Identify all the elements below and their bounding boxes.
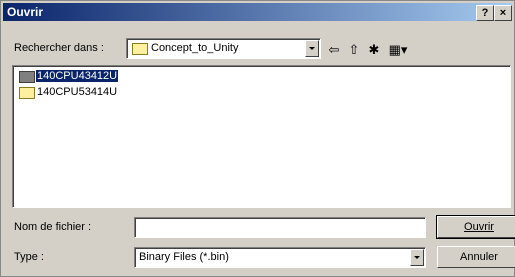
title-bar[interactable]: Ouvrir ? × (3, 3, 512, 21)
close-button[interactable]: × (494, 5, 512, 21)
new-folder-icon[interactable]: ✱ (367, 43, 381, 57)
list-item[interactable]: 140CPU53414U (19, 86, 139, 100)
file-list[interactable]: 140CPU43412U 140CPU53414U (12, 65, 511, 208)
cancel-button[interactable]: Annuler (437, 246, 515, 268)
file-name: 140CPU43412U (34, 69, 120, 83)
list-item[interactable]: 140CPU43412U (19, 69, 139, 84)
open-dialog: Ouvrir ? × Rechercher dans : Concept_to_… (0, 0, 515, 277)
filetype-select[interactable]: Binary Files (*.bin) (134, 247, 426, 268)
open-button-label: Ouvrir (464, 221, 494, 233)
filetype-label: Type : (14, 251, 44, 263)
folder-icon (19, 71, 35, 83)
folder-icon (132, 43, 148, 55)
lookin-combo[interactable]: Concept_to_Unity (126, 38, 321, 59)
cancel-button-label: Annuler (460, 251, 498, 263)
window-title: Ouvrir (7, 5, 44, 19)
view-menu-icon[interactable]: ▦▾ (387, 43, 409, 57)
lookin-dropdown-button[interactable] (305, 40, 319, 57)
back-icon[interactable]: ⇦ (327, 43, 341, 57)
lookin-label-text: Rechercher dans : (14, 42, 104, 54)
file-name: 140CPU53414U (37, 86, 118, 98)
lookin-value: Concept_to_Unity (151, 42, 239, 54)
up-folder-icon[interactable]: ⇧ (347, 43, 361, 57)
filename-input[interactable] (134, 217, 426, 238)
open-button[interactable]: Ouvrir (436, 215, 515, 239)
filetype-dropdown-button[interactable] (410, 249, 424, 266)
folder-icon (19, 87, 35, 99)
lookin-label: Rechercher dans : (14, 42, 104, 54)
filename-label: Nom de fichier : (14, 221, 92, 233)
filetype-value: Binary Files (*.bin) (139, 251, 229, 263)
help-button[interactable]: ? (476, 5, 494, 21)
